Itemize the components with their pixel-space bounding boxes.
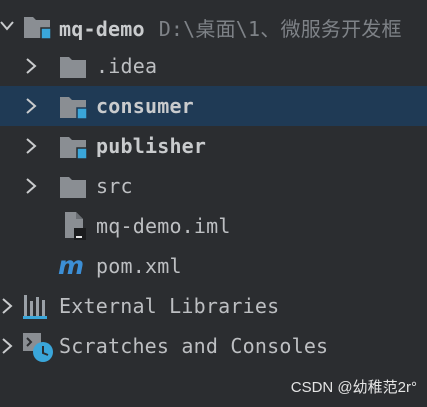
- folder-icon: [58, 51, 88, 81]
- tree-row-external-libraries[interactable]: External Libraries: [0, 286, 427, 326]
- module-folder-icon: [58, 91, 88, 121]
- root-project-name: mq-demo D:\桌面\1、微服务开发框: [59, 17, 402, 41]
- csdn-watermark: CSDN @幼稚范2r°: [290, 379, 417, 396]
- tree-row-publisher[interactable]: publisher: [0, 126, 427, 166]
- tree-item-label: Scratches and Consoles: [59, 334, 329, 358]
- tree-row-src[interactable]: src: [0, 166, 427, 206]
- scratches-icon: [22, 331, 53, 362]
- module-folder-icon: [22, 11, 52, 41]
- chevron-right-icon[interactable]: [24, 96, 38, 116]
- tree-item-label: External Libraries: [59, 294, 280, 318]
- chevron-down-icon[interactable]: [0, 16, 14, 36]
- tree-item-label: src: [96, 174, 133, 198]
- tree-item-label: consumer: [96, 94, 194, 118]
- chevron-right-icon[interactable]: [24, 56, 38, 76]
- tree-item-label: publisher: [96, 134, 207, 158]
- project-tree: mq-demo D:\桌面\1、微服务开发框 .idea consumer pu…: [0, 0, 427, 407]
- tree-item-label: .idea: [96, 54, 158, 78]
- libraries-icon: [22, 291, 52, 321]
- tree-row-consumer[interactable]: consumer: [0, 86, 427, 126]
- root-project-path: D:\桌面\1、微服务开发框: [158, 17, 402, 41]
- maven-icon: m: [58, 251, 88, 281]
- tree-row-iml[interactable]: mq-demo.iml: [0, 206, 427, 246]
- chevron-right-icon[interactable]: [0, 336, 14, 356]
- tree-item-label: mq-demo.iml: [96, 214, 231, 238]
- chevron-right-icon[interactable]: [24, 136, 38, 156]
- tree-row-scratches[interactable]: Scratches and Consoles: [0, 326, 427, 366]
- svg-text:m: m: [58, 251, 84, 280]
- tree-row-pom[interactable]: m pom.xml: [0, 246, 427, 286]
- tree-row-idea[interactable]: .idea: [0, 46, 427, 86]
- chevron-right-icon[interactable]: [24, 176, 38, 196]
- module-folder-icon: [58, 131, 88, 161]
- iml-file-icon: [58, 210, 88, 240]
- tree-row-root[interactable]: mq-demo D:\桌面\1、微服务开发框: [0, 6, 427, 46]
- chevron-right-icon[interactable]: [0, 296, 14, 316]
- tree-item-label: pom.xml: [96, 254, 182, 278]
- folder-icon: [58, 171, 88, 201]
